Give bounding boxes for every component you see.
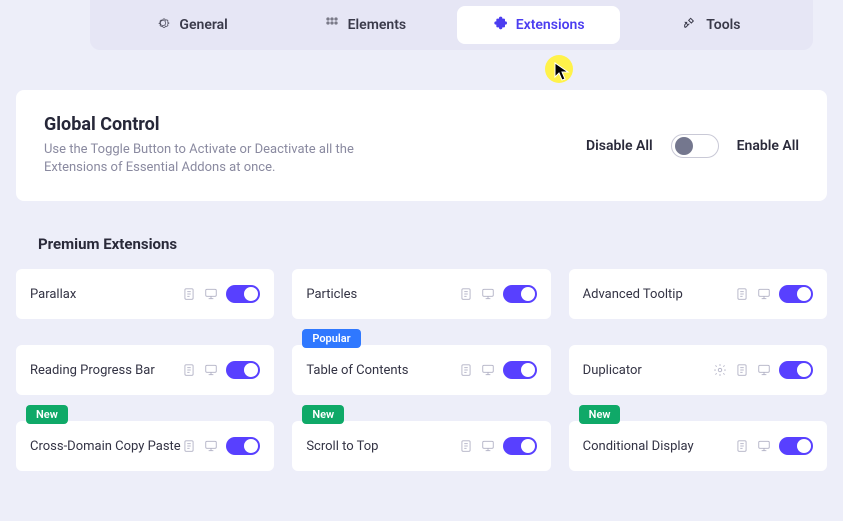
- extension-card-conditional: Conditional Display: [569, 421, 827, 471]
- extension-toggle[interactable]: [226, 285, 260, 303]
- extension-card-duplicator: Duplicator: [569, 345, 827, 395]
- enable-all-label: Enable All: [737, 138, 799, 154]
- tab-tools[interactable]: Tools: [630, 6, 793, 44]
- toggle-knob: [675, 137, 693, 155]
- tab-general[interactable]: General: [110, 6, 273, 44]
- monitor-icon[interactable]: [481, 439, 495, 453]
- global-control-description: Use the Toggle Button to Activate or Dea…: [44, 141, 404, 177]
- extension-title: Duplicator: [583, 363, 642, 378]
- cursor-icon: [554, 62, 572, 82]
- tab-label-general: General: [179, 17, 227, 33]
- extension-card-advanced-tooltip: Advanced Tooltip: [569, 269, 827, 319]
- badge-new: New: [26, 405, 68, 424]
- extensions-grid: Parallax Particles Advanced Tooltip: [0, 269, 843, 471]
- doc-icon[interactable]: [735, 439, 749, 453]
- extension-title: Advanced Tooltip: [583, 287, 683, 302]
- grid-icon: [324, 15, 340, 35]
- extension-title: Reading Progress Bar: [30, 363, 155, 378]
- extension-card-parallax: Parallax: [16, 269, 274, 319]
- monitor-icon[interactable]: [757, 363, 771, 377]
- badge-popular: Popular: [302, 329, 360, 348]
- extension-title: Particles: [306, 287, 357, 302]
- doc-icon[interactable]: [735, 287, 749, 301]
- extension-toggle[interactable]: [226, 361, 260, 379]
- monitor-icon[interactable]: [204, 363, 218, 377]
- extension-card-particles: Particles: [292, 269, 550, 319]
- badge-new: New: [302, 405, 344, 424]
- gear-icon: [155, 15, 171, 35]
- doc-icon[interactable]: [182, 287, 196, 301]
- extension-card-scroll-top: Scroll to Top: [292, 421, 550, 471]
- extension-card-cross-domain: Cross-Domain Copy Paste: [16, 421, 274, 471]
- extension-toggle[interactable]: [503, 285, 537, 303]
- extension-toggle[interactable]: [503, 361, 537, 379]
- monitor-icon[interactable]: [204, 287, 218, 301]
- badge-new: New: [579, 405, 621, 424]
- doc-icon[interactable]: [182, 363, 196, 377]
- extension-card-toc: Table of Contents: [292, 345, 550, 395]
- extension-toggle[interactable]: [779, 285, 813, 303]
- monitor-icon[interactable]: [204, 439, 218, 453]
- extension-title: Scroll to Top: [306, 439, 378, 454]
- section-title: Premium Extensions: [38, 235, 843, 253]
- monitor-icon[interactable]: [481, 287, 495, 301]
- monitor-icon[interactable]: [757, 439, 771, 453]
- global-toggle[interactable]: [671, 134, 719, 158]
- tab-label-elements: Elements: [348, 17, 406, 33]
- doc-icon[interactable]: [182, 439, 196, 453]
- extension-title: Table of Contents: [306, 363, 408, 378]
- extension-toggle[interactable]: [779, 437, 813, 455]
- extension-toggle[interactable]: [779, 361, 813, 379]
- extension-toggle[interactable]: [226, 437, 260, 455]
- doc-icon[interactable]: [735, 363, 749, 377]
- extension-title: Conditional Display: [583, 439, 694, 454]
- tab-bar: General Elements Extensions Tools: [90, 0, 813, 50]
- puzzle-icon: [492, 15, 508, 35]
- global-control-title: Global Control: [44, 114, 404, 135]
- doc-icon[interactable]: [459, 363, 473, 377]
- tab-elements[interactable]: Elements: [283, 6, 446, 44]
- extension-title: Cross-Domain Copy Paste: [30, 439, 181, 454]
- extension-toggle[interactable]: [503, 437, 537, 455]
- tools-icon: [682, 15, 698, 35]
- monitor-icon[interactable]: [481, 363, 495, 377]
- global-control-panel: Global Control Use the Toggle Button to …: [16, 90, 827, 201]
- gear-icon[interactable]: [713, 363, 727, 377]
- tab-extensions[interactable]: Extensions: [457, 6, 620, 44]
- disable-all-label: Disable All: [586, 138, 653, 154]
- doc-icon[interactable]: [459, 439, 473, 453]
- tab-label-extensions: Extensions: [516, 17, 585, 33]
- monitor-icon[interactable]: [757, 287, 771, 301]
- extension-card-reading-progress: Reading Progress Bar: [16, 345, 274, 395]
- doc-icon[interactable]: [459, 287, 473, 301]
- extension-title: Parallax: [30, 287, 76, 302]
- tab-label-tools: Tools: [706, 17, 740, 33]
